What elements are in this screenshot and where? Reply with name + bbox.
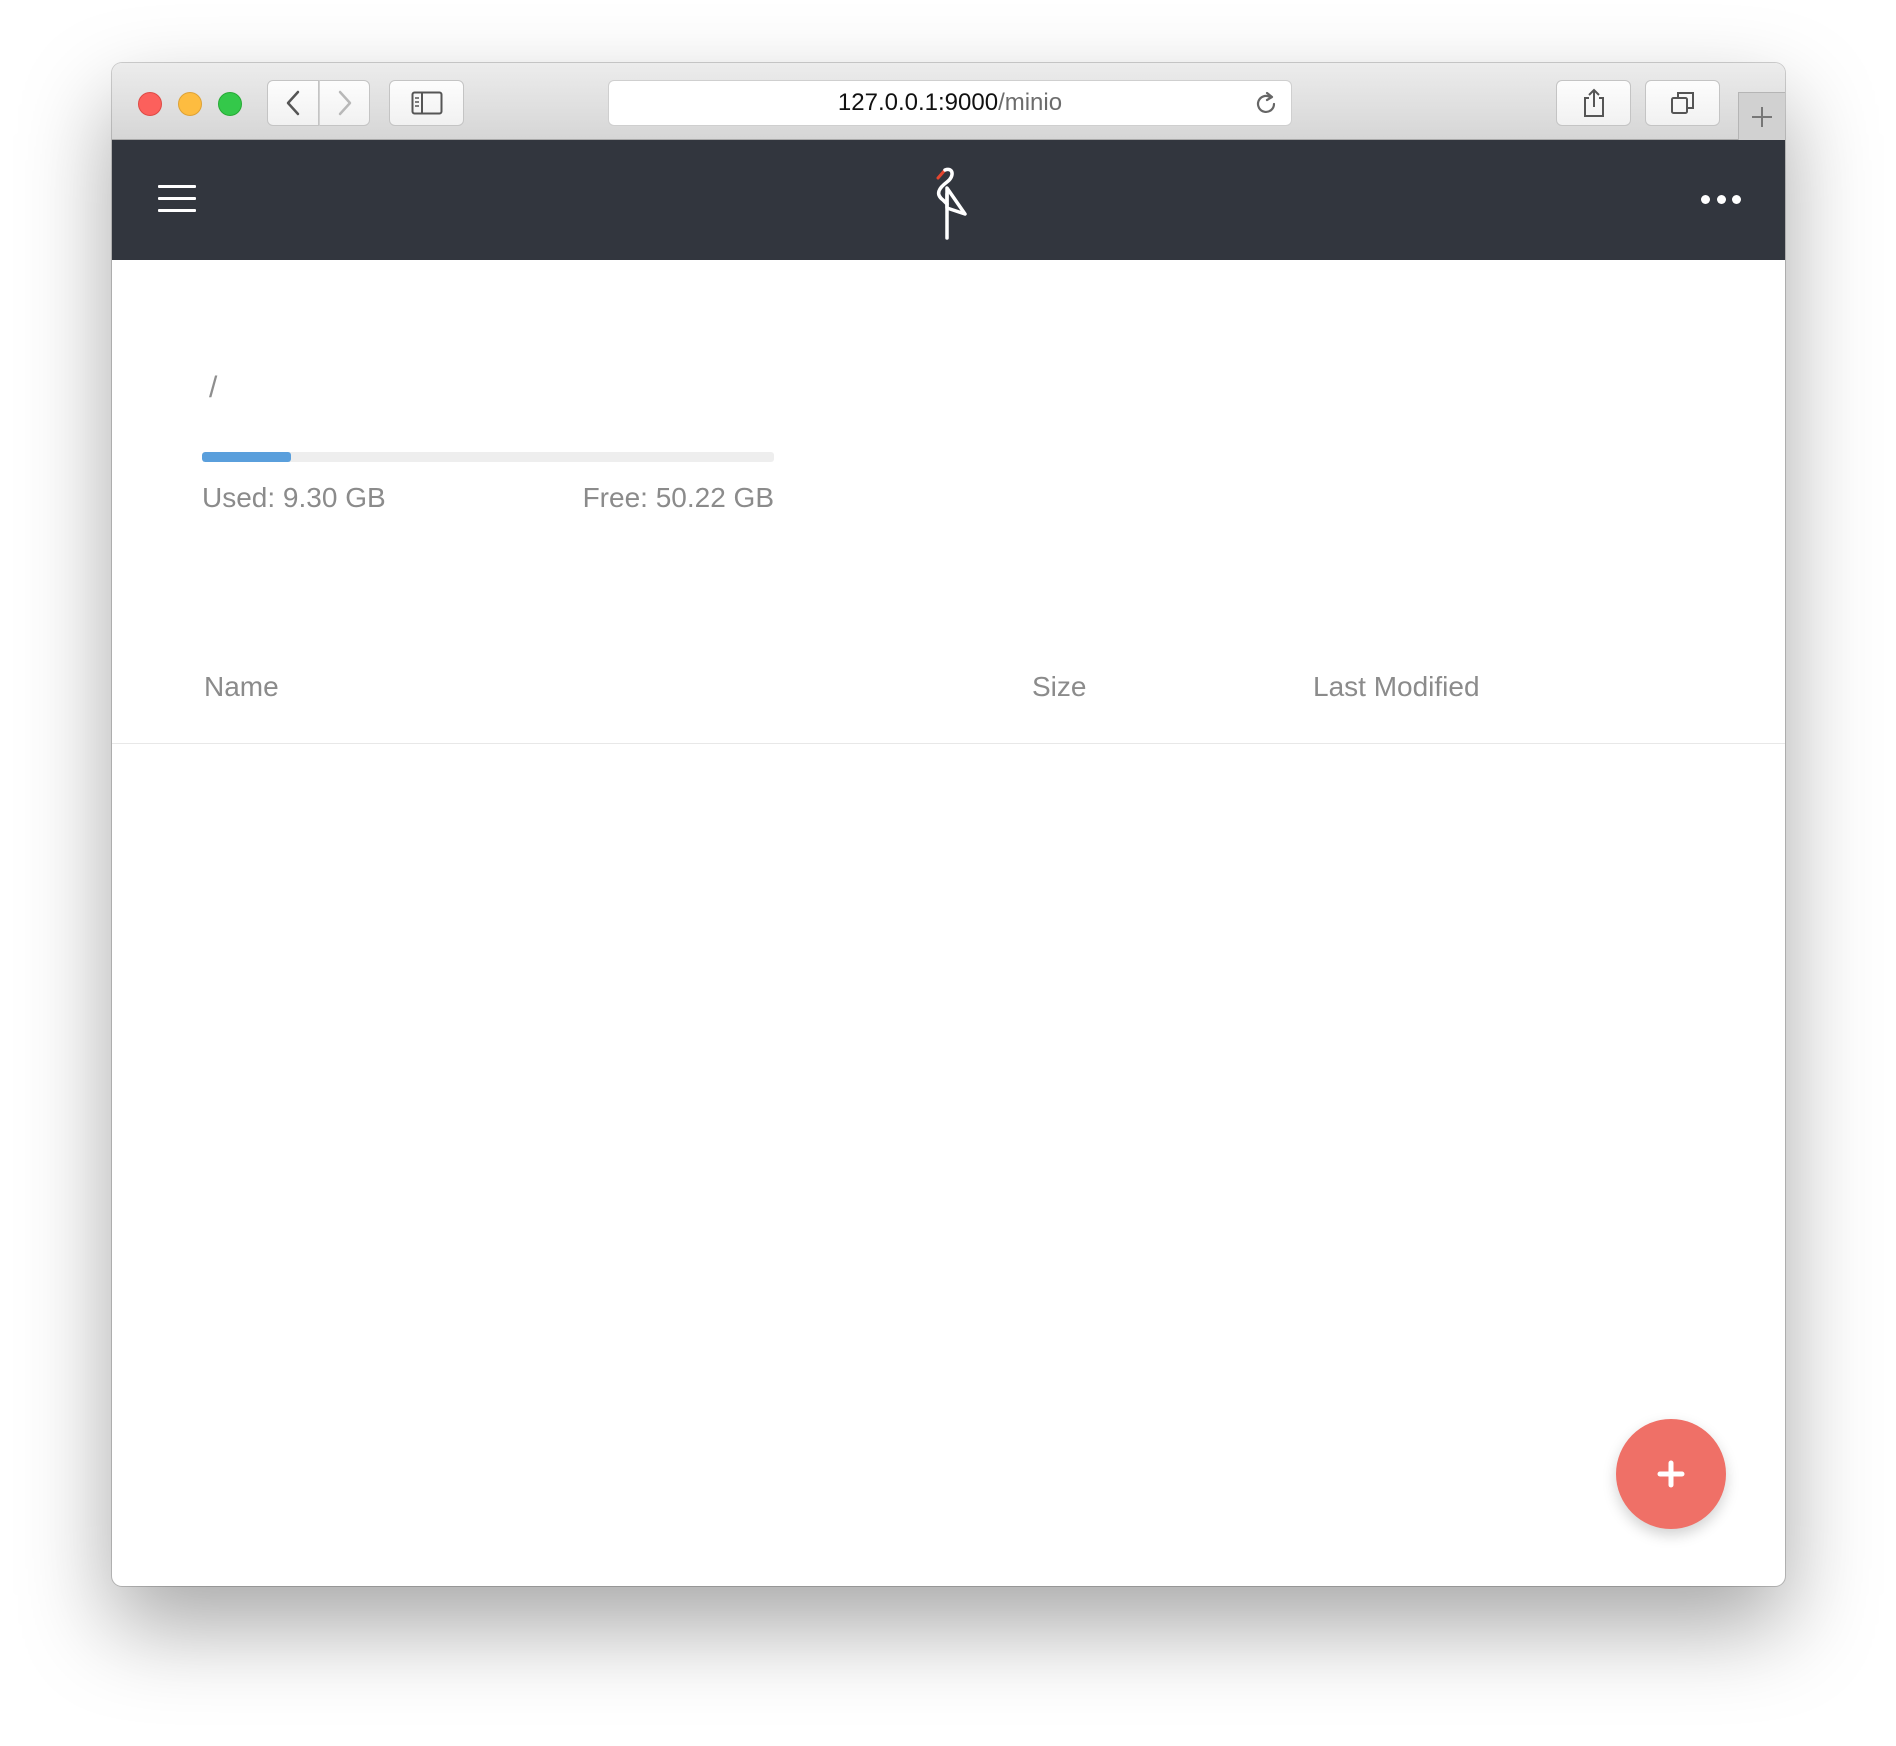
minio-logo-icon (923, 164, 971, 240)
tabs-overview-icon (1670, 92, 1694, 114)
url-path: /minio (998, 89, 1063, 116)
breadcrumb[interactable]: / (209, 371, 217, 405)
more-dots-icon-dot (1716, 194, 1726, 204)
storage-usage: Used: 9.30 GB Free: 50.22 GB (202, 452, 774, 514)
app-header (112, 140, 1785, 260)
minimize-window-button[interactable] (178, 92, 202, 116)
close-window-button[interactable] (138, 92, 162, 116)
menu-button[interactable] (158, 185, 196, 215)
address-bar[interactable]: 127.0.0.1:9000/minio (608, 80, 1292, 126)
more-dots-icon-dot (1732, 194, 1741, 204)
share-icon (1583, 88, 1604, 117)
share-button[interactable] (1556, 80, 1631, 126)
plus-icon (1657, 1460, 1685, 1488)
plus-icon (1752, 106, 1772, 127)
maximize-window-button[interactable] (218, 92, 242, 116)
more-dots-icon (1701, 194, 1710, 204)
column-header-last-modified[interactable]: Last Modified (1313, 671, 1480, 703)
forward-button[interactable] (319, 80, 370, 126)
column-header-size[interactable]: Size (1032, 671, 1086, 703)
storage-progress-bar (202, 452, 774, 462)
back-button[interactable] (267, 80, 319, 126)
sidebar-icon (411, 91, 442, 115)
hamburger-icon-bar (158, 197, 196, 200)
chevron-right-icon (338, 90, 351, 116)
storage-used-label: Used: 9.30 GB (202, 482, 386, 513)
reload-icon (1256, 91, 1276, 113)
storage-progress-fill (202, 452, 292, 462)
url-host: 127.0.0.1:9000 (837, 89, 999, 116)
reload-button[interactable] (1251, 89, 1281, 119)
sidebar-toggle-button[interactable] (389, 80, 464, 126)
table-header: Name Size Last Modified (112, 654, 1785, 744)
hamburger-icon-bar (158, 209, 196, 212)
more-options-button[interactable] (1701, 189, 1741, 209)
new-tab-button[interactable] (1738, 92, 1785, 140)
chevron-left-icon (286, 90, 300, 116)
show-tabs-button[interactable] (1645, 80, 1720, 126)
storage-free-label: Free: 50.22 GB (582, 482, 774, 513)
hamburger-icon (158, 185, 196, 188)
browser-window: 127.0.0.1:9000/minio / Used: 9.30 GB Fre… (112, 63, 1785, 1586)
browser-toolbar: 127.0.0.1:9000/minio (112, 63, 1785, 140)
column-header-name[interactable]: Name (204, 671, 279, 703)
add-button[interactable] (1616, 1419, 1726, 1529)
